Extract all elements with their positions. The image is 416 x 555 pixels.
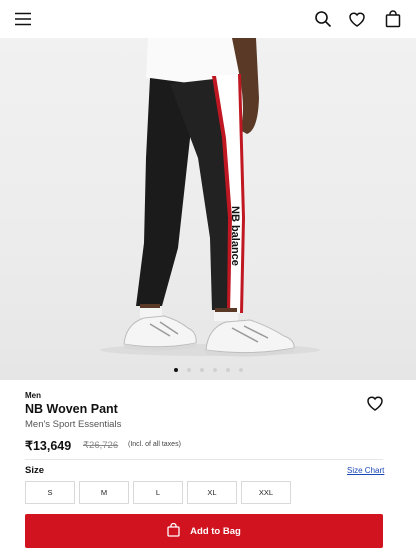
size-option-m[interactable]: M (79, 481, 129, 504)
add-to-bag-label: Add to Bag (190, 525, 241, 537)
sale-price: ₹13,649 (25, 439, 72, 453)
gallery-dot[interactable] (238, 368, 243, 372)
shopping-bag-icon (167, 522, 180, 540)
product-photo: NB balance (100, 38, 320, 357)
tax-note: (Incl. of all taxes) (128, 441, 181, 448)
gallery-pagination (0, 368, 416, 376)
divider (25, 459, 383, 460)
bag-icon[interactable] (382, 8, 404, 30)
size-label: Size (25, 465, 45, 476)
original-price: ₹26,726 (83, 440, 119, 451)
gallery-dot[interactable] (225, 368, 230, 372)
size-option-xxl[interactable]: XXL (241, 481, 291, 504)
product-image-gallery[interactable]: NB balance (0, 38, 416, 380)
size-chart-link[interactable]: Size Chart (347, 466, 384, 475)
menu-icon[interactable] (12, 8, 34, 30)
size-options: S M L XL XXL (25, 481, 291, 504)
wishlist-heart-icon[interactable] (366, 395, 384, 413)
size-option-xl[interactable]: XL (187, 481, 237, 504)
pant-brand-text: NB balance (229, 206, 241, 266)
search-icon[interactable] (312, 8, 334, 30)
heart-icon[interactable] (346, 8, 368, 30)
add-to-bag-button[interactable]: Add to Bag (25, 514, 383, 548)
gallery-dot[interactable] (173, 368, 178, 372)
size-option-s[interactable]: S (25, 481, 75, 504)
gallery-dot[interactable] (212, 368, 217, 372)
app-header (0, 0, 416, 38)
product-info: Men NB Woven Pant Men's Sport Essentials… (0, 380, 416, 555)
product-title: NB Woven Pant (25, 402, 118, 416)
product-collection: Men's Sport Essentials (25, 419, 122, 430)
gallery-dot[interactable] (186, 368, 191, 372)
product-category: Men (25, 391, 41, 400)
size-option-l[interactable]: L (133, 481, 183, 504)
gallery-dot[interactable] (199, 368, 204, 372)
